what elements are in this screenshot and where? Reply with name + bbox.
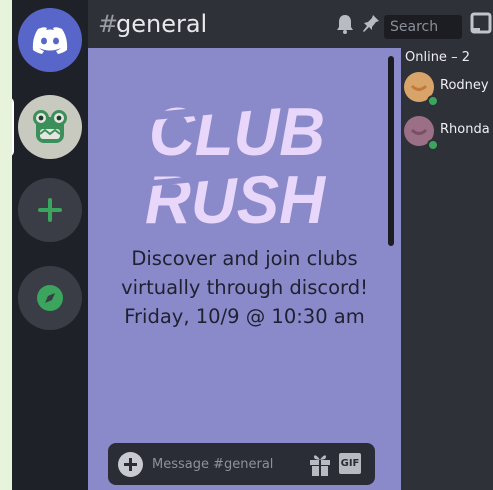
attach-button[interactable] [118, 452, 143, 477]
message-scrollbar[interactable] [388, 56, 394, 246]
member-item[interactable]: Rhonda [404, 116, 493, 151]
gift-icon[interactable] [308, 451, 332, 477]
club-server-button[interactable] [18, 95, 82, 159]
gif-button[interactable]: GIF [339, 453, 361, 474]
home-server-button[interactable] [18, 8, 82, 72]
online-heading: Online – 2 [405, 50, 470, 65]
online-status-dot [427, 95, 439, 107]
announcement-text: Discover and join clubs virtually throug… [88, 244, 401, 331]
channel-header: # general Search [88, 0, 493, 48]
discord-logo-icon [32, 27, 68, 54]
announcement-line: virtually through discord! [121, 276, 368, 299]
member-name: Rodney [440, 78, 489, 93]
search-input[interactable]: Search [384, 15, 462, 39]
server-rail [12, 0, 88, 490]
club-rush-logo: CLUB RUSH [143, 94, 333, 233]
add-server-button[interactable] [18, 178, 82, 242]
plus-icon [124, 458, 137, 471]
member-list: Online – 2 Rodney Rhonda [401, 48, 493, 490]
explore-servers-button[interactable] [18, 266, 82, 330]
discord-window: # general Search CLUB RUSH Discover and … [12, 0, 493, 490]
inbox-icon[interactable] [470, 12, 492, 38]
bell-icon[interactable] [336, 14, 354, 34]
online-status-dot [427, 139, 439, 151]
selected-server-indicator [12, 97, 14, 157]
message-input[interactable] [152, 454, 302, 474]
channel-name: general [116, 10, 208, 38]
announcement-line: Discover and join clubs [131, 247, 358, 270]
compass-icon [37, 285, 63, 311]
member-item[interactable]: Rodney [404, 72, 493, 107]
message-area: CLUB RUSH Discover and join clubs virtua… [88, 48, 401, 490]
frog-icon [33, 110, 67, 143]
announcement-line: Friday, 10/9 @ 10:30 am [124, 305, 365, 328]
message-composer: GIF [108, 443, 375, 485]
pin-icon[interactable] [362, 14, 380, 34]
member-name: Rhonda [440, 122, 490, 137]
plus-icon [38, 198, 62, 222]
